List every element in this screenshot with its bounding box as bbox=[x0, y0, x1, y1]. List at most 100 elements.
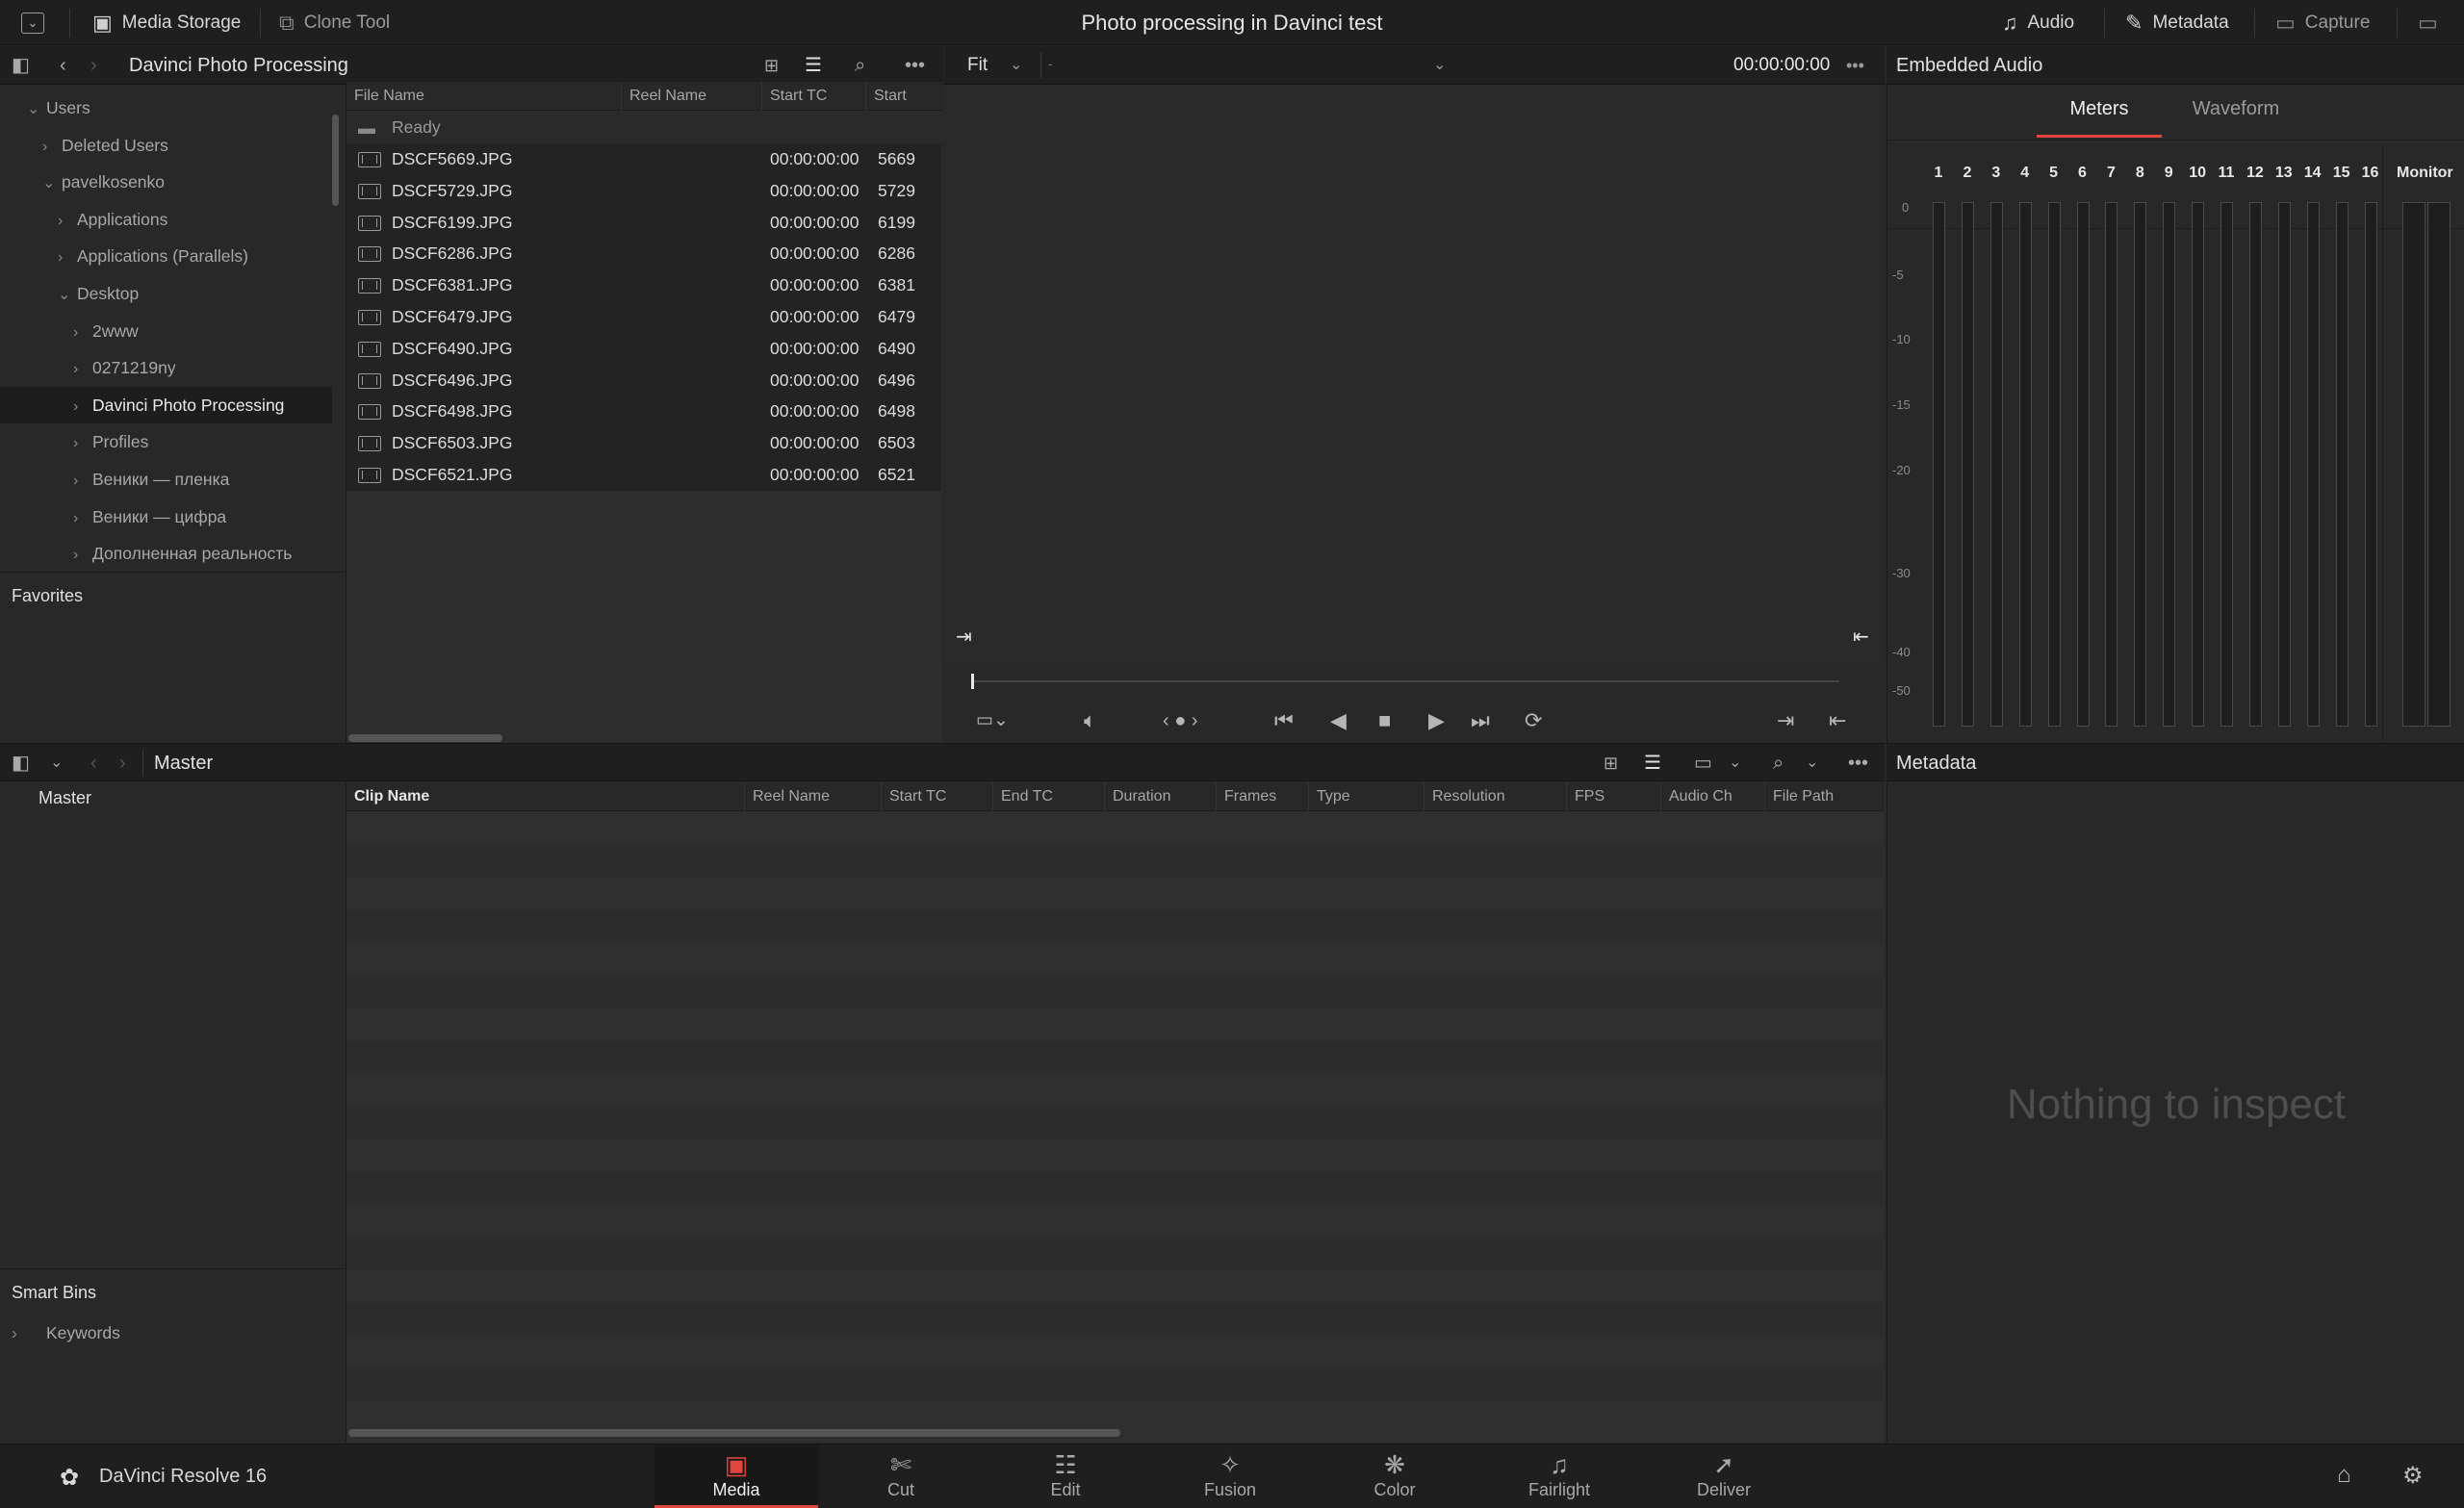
page-media[interactable]: ▣Media bbox=[654, 1444, 818, 1508]
file-row[interactable]: DSCF6490.JPG00:00:00:006490 bbox=[346, 333, 941, 365]
clone-tool-button[interactable]: ⧉ Clone Tool bbox=[279, 0, 390, 45]
mark-in-icon[interactable]: ⇥ bbox=[956, 625, 972, 649]
grid-view-icon[interactable]: ⊞ bbox=[1604, 744, 1618, 782]
chevron-right-icon[interactable]: › bbox=[58, 203, 77, 240]
jog-control[interactable]: ‹ ● › bbox=[1163, 706, 1198, 735]
bin-list-toggle-icon[interactable]: ◧ bbox=[12, 744, 30, 782]
stop-icon[interactable]: ■ bbox=[1378, 706, 1391, 735]
column-file-name[interactable]: File Name bbox=[346, 82, 622, 111]
clip-column-header[interactable]: Type bbox=[1309, 782, 1424, 811]
clip-column-header[interactable]: Duration bbox=[1105, 782, 1217, 811]
more-options-icon[interactable]: ••• bbox=[1848, 744, 1868, 782]
page-color[interactable]: ❋Color bbox=[1313, 1444, 1476, 1508]
file-row[interactable]: DSCF6521.JPG00:00:00:006521 bbox=[346, 459, 941, 491]
capture-button[interactable]: ▭ Capture bbox=[2275, 0, 2370, 45]
audio-panel-button[interactable]: ♫ Audio bbox=[2002, 0, 2074, 45]
play-icon[interactable]: ▶ bbox=[1428, 706, 1445, 735]
folder-row-ready[interactable]: ▬ Ready bbox=[346, 112, 941, 143]
clip-column-header[interactable]: Frames bbox=[1217, 782, 1309, 811]
thumbnail-size-icon[interactable]: ▭ bbox=[1694, 744, 1712, 782]
file-row[interactable]: DSCF6381.JPG00:00:00:006381 bbox=[346, 269, 941, 301]
column-start-tc[interactable]: Start TC bbox=[762, 82, 866, 111]
thumbnail-chevron-icon[interactable]: ⌄ bbox=[1729, 744, 1741, 782]
viewer-canvas[interactable]: ⇥ ⇤ bbox=[944, 86, 1885, 663]
loop-icon[interactable]: ⟳ bbox=[1525, 706, 1542, 735]
chevron-down-icon[interactable]: ⌄ bbox=[27, 91, 46, 128]
scrubber-track[interactable] bbox=[971, 680, 1839, 682]
mark-out-icon[interactable]: ⇤ bbox=[1853, 625, 1869, 649]
clip-column-header[interactable]: Reel Name bbox=[745, 782, 882, 811]
chevron-right-icon[interactable]: › bbox=[42, 129, 62, 166]
back-icon[interactable]: ‹ bbox=[90, 744, 97, 782]
clip-dropdown-icon[interactable]: ⌄ bbox=[1433, 46, 1446, 85]
file-row[interactable]: DSCF6498.JPG00:00:00:006498 bbox=[346, 396, 941, 427]
clip-column-header[interactable]: FPS bbox=[1567, 782, 1661, 811]
clip-column-header[interactable]: Audio Ch bbox=[1661, 782, 1765, 811]
chevron-right-icon[interactable]: › bbox=[73, 389, 92, 425]
more-options-icon[interactable]: ••• bbox=[905, 46, 925, 85]
chevron-right-icon[interactable]: › bbox=[73, 425, 92, 462]
file-row[interactable]: DSCF5729.JPG00:00:00:005729 bbox=[346, 175, 941, 207]
tree-item[interactable]: ⌄Users bbox=[0, 89, 332, 126]
search-icon[interactable]: ⌕ bbox=[1773, 744, 1784, 782]
go-to-end-icon[interactable]: ⏭︎ bbox=[1471, 706, 1490, 735]
go-to-start-icon[interactable]: ⏮︎ bbox=[1274, 706, 1294, 735]
page-fusion[interactable]: ✧Fusion bbox=[1148, 1444, 1312, 1508]
tree-item[interactable]: ›Веники — пленка bbox=[0, 461, 332, 498]
mark-in-button-icon[interactable]: ⇥ bbox=[1777, 706, 1794, 735]
file-row[interactable]: DSCF6503.JPG00:00:00:006503 bbox=[346, 427, 941, 459]
file-list-scrollbar[interactable] bbox=[348, 734, 502, 742]
tree-scrollbar[interactable] bbox=[332, 115, 339, 206]
clip-column-header[interactable]: End TC bbox=[993, 782, 1105, 811]
chevron-right-icon[interactable]: › bbox=[58, 240, 77, 276]
zoom-select[interactable]: Fit bbox=[967, 46, 988, 85]
metadata-panel-button[interactable]: ✎ Metadata bbox=[2125, 0, 2229, 45]
volume-icon[interactable]: 🔈︎ bbox=[1084, 706, 1096, 735]
fullscreen-button[interactable]: ▭ bbox=[2418, 0, 2438, 45]
tree-item[interactable]: ⌄pavelkosenko bbox=[0, 164, 332, 200]
tree-item[interactable]: ›Davinci Photo Processing bbox=[0, 387, 332, 423]
clip-column-header[interactable]: Clip Name bbox=[346, 782, 745, 811]
media-storage-button[interactable]: ▣ Media Storage bbox=[92, 0, 241, 45]
step-back-icon[interactable]: ◀ bbox=[1330, 706, 1347, 735]
forward-icon[interactable]: › bbox=[119, 744, 126, 782]
clip-list-scrollbar[interactable] bbox=[348, 1429, 1120, 1437]
smart-bin-keywords[interactable]: ›Keywords bbox=[12, 1323, 120, 1343]
back-icon[interactable]: ‹ bbox=[60, 46, 66, 85]
tree-item[interactable]: ⌄Desktop bbox=[0, 275, 332, 312]
clip-column-header[interactable]: Resolution bbox=[1424, 782, 1567, 811]
tab-waveform[interactable]: Waveform bbox=[2173, 89, 2298, 138]
file-row[interactable]: DSCF6479.JPG00:00:00:006479 bbox=[346, 301, 941, 333]
tree-item[interactable]: ›Deleted Users bbox=[0, 127, 332, 164]
column-reel-name[interactable]: Reel Name bbox=[622, 82, 762, 111]
tree-item[interactable]: ›0271219ny bbox=[0, 349, 332, 386]
clip-column-header[interactable]: File Path bbox=[1765, 782, 1886, 811]
search-icon[interactable]: ⌕ bbox=[855, 46, 865, 85]
viewer-mode-icon[interactable]: ▭⌄ bbox=[976, 706, 1009, 735]
chevron-right-icon[interactable]: › bbox=[73, 500, 92, 537]
file-row[interactable]: DSCF6199.JPG00:00:00:006199 bbox=[346, 207, 941, 239]
tree-item[interactable]: ›2www bbox=[0, 313, 332, 349]
chevron-right-icon[interactable]: › bbox=[73, 315, 92, 351]
column-start[interactable]: Start bbox=[866, 82, 941, 111]
tree-item[interactable]: ›Дополненная реальность bbox=[0, 535, 332, 572]
bin-master[interactable]: Master bbox=[0, 782, 344, 813]
mark-out-button-icon[interactable]: ⇤ bbox=[1829, 706, 1846, 735]
home-icon[interactable]: ⌂ bbox=[2337, 1462, 2351, 1489]
page-edit[interactable]: ☷Edit bbox=[984, 1444, 1147, 1508]
file-row[interactable]: DSCF6496.JPG00:00:00:006496 bbox=[346, 365, 941, 396]
search-chevron-icon[interactable]: ⌄ bbox=[1806, 744, 1818, 782]
list-view-icon[interactable]: ☰ bbox=[1644, 744, 1661, 782]
clip-column-header[interactable]: Start TC bbox=[882, 782, 993, 811]
page-deliver[interactable]: ➚Deliver bbox=[1642, 1444, 1806, 1508]
tree-item[interactable]: ›Applications bbox=[0, 201, 332, 238]
gear-icon[interactable]: ⚙ bbox=[2402, 1462, 2424, 1490]
chevron-down-icon[interactable]: ⌄ bbox=[42, 166, 62, 202]
playhead[interactable] bbox=[971, 674, 974, 689]
forward-icon[interactable]: › bbox=[90, 46, 97, 85]
tree-item[interactable]: ›Applications (Parallels) bbox=[0, 238, 332, 274]
zoom-chevron-icon[interactable]: ⌄ bbox=[1010, 46, 1022, 85]
chevron-right-icon[interactable]: › bbox=[73, 351, 92, 388]
file-row[interactable]: DSCF6286.JPG00:00:00:006286 bbox=[346, 238, 941, 269]
tab-meters[interactable]: Meters bbox=[2037, 89, 2162, 138]
